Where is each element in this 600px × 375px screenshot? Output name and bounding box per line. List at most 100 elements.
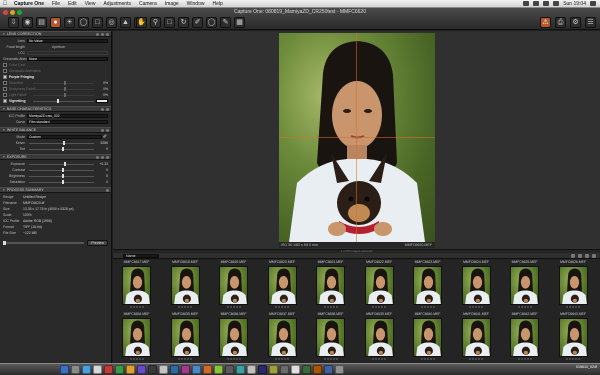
finder-icon[interactable] — [60, 365, 69, 374]
presets-icon[interactable] — [106, 33, 109, 36]
exposure-header[interactable]: ▾ EXPOSURE — [0, 154, 111, 160]
activity-monitor-icon[interactable] — [280, 365, 289, 374]
folder-icon[interactable] — [324, 365, 333, 374]
thumbnail-item[interactable]: MMFC6640.MEF — [406, 312, 449, 364]
calendar-icon[interactable] — [104, 365, 113, 374]
import-icon[interactable]: ⇩ — [8, 17, 19, 28]
thumbnail-rating[interactable] — [358, 358, 401, 362]
thumbnail-rating[interactable] — [503, 358, 546, 362]
grid-icon[interactable]: ▦ — [234, 17, 245, 28]
address-book-icon[interactable] — [247, 365, 256, 374]
documents-icon[interactable] — [291, 365, 300, 374]
rating-dot-icon[interactable] — [429, 358, 432, 360]
thumbnail-image[interactable] — [510, 318, 539, 357]
vignetting-slider[interactable] — [33, 99, 94, 103]
thumbnail-item[interactable]: MMFC6635.MEF — [164, 312, 207, 364]
rating-dot-icon[interactable] — [478, 358, 480, 360]
rating-dot-icon[interactable] — [332, 358, 335, 360]
thumbnail-item[interactable]: MMFC6637.MEF — [261, 312, 304, 364]
rating-dot-icon[interactable] — [135, 358, 138, 360]
safari-icon[interactable] — [82, 365, 91, 374]
capture-icon[interactable]: ◉ — [22, 17, 33, 28]
collapse-triangle-icon[interactable]: ▾ — [3, 107, 5, 111]
thumbnail-rating[interactable] — [261, 306, 304, 310]
rating-dot-icon[interactable] — [178, 358, 180, 360]
lens-correction-header[interactable]: ▾ LENS CORRECTION — [0, 31, 111, 37]
thumbnail-rating[interactable] — [261, 358, 304, 362]
thumbnail-image[interactable] — [316, 266, 345, 305]
exposure-icon[interactable]: ☀ — [64, 17, 75, 28]
brightness-slider[interactable] — [29, 174, 94, 178]
rating-dot-icon[interactable] — [372, 306, 374, 308]
thumbnail-rating[interactable] — [164, 358, 207, 362]
terminal-icon[interactable] — [148, 365, 157, 374]
rating-dot-icon[interactable] — [469, 306, 471, 308]
wb-mode-select[interactable]: Custom — [27, 135, 102, 139]
thumbnail-item[interactable]: MMFC6623.MEF — [406, 260, 449, 312]
main-photo[interactable] — [279, 33, 435, 242]
preview-slider[interactable] — [3, 241, 85, 245]
thumbnail-image[interactable] — [122, 318, 151, 357]
search-icon[interactable] — [592, 254, 596, 258]
rating-dot-icon[interactable] — [141, 358, 144, 360]
battery-icon[interactable] — [553, 1, 560, 6]
vignetting-method[interactable] — [96, 99, 108, 103]
print-icon[interactable]: ⎙ — [555, 17, 566, 28]
rating-dot-icon[interactable] — [287, 306, 289, 308]
reset-icon[interactable] — [101, 33, 104, 36]
pan-icon[interactable]: ✋ — [136, 17, 147, 28]
apple-menu-icon[interactable]:  — [0, 1, 10, 7]
rating-dot-icon[interactable] — [420, 358, 423, 360]
brightness-value[interactable]: 0 — [96, 174, 108, 178]
rating-dot-icon[interactable] — [575, 306, 577, 308]
sharpness-falloff-checkbox[interactable] — [3, 87, 7, 91]
exposure-warning-icon[interactable]: ⚠ — [540, 17, 551, 28]
rating-dot-icon[interactable] — [141, 306, 144, 308]
menu-view[interactable]: View — [81, 1, 100, 7]
help-icon[interactable] — [101, 108, 104, 111]
annotation-icon[interactable]: ✎ — [220, 17, 231, 28]
system-preferences-icon[interactable] — [71, 365, 80, 374]
thumbnail-image[interactable] — [413, 318, 442, 357]
bridge-icon[interactable] — [192, 365, 201, 374]
contrast-value[interactable]: 0 — [96, 168, 108, 172]
base-characteristics-header[interactable]: ▾ BASE CHARACTERISTICS — [0, 106, 111, 112]
rating-dot-icon[interactable] — [232, 358, 235, 360]
rating-dot-icon[interactable] — [281, 306, 283, 308]
rating-dot-icon[interactable] — [132, 358, 135, 360]
illustrator-icon[interactable] — [203, 365, 212, 374]
thumbnail-image[interactable] — [364, 318, 394, 357]
rating-dot-icon[interactable] — [187, 306, 189, 308]
menu-image[interactable]: Image — [161, 1, 183, 7]
reset-icon[interactable] — [101, 156, 104, 159]
collapse-triangle-icon[interactable]: ▾ — [3, 32, 5, 36]
thumbnail-rating[interactable] — [406, 358, 449, 362]
itunes-icon[interactable] — [137, 365, 146, 374]
thumbnail-image[interactable] — [558, 318, 588, 357]
rating-dot-icon[interactable] — [178, 306, 180, 308]
lcc-select[interactable] — [27, 51, 108, 55]
rating-dot-icon[interactable] — [235, 306, 238, 308]
presets-icon[interactable] — [106, 156, 109, 159]
rating-dot-icon[interactable] — [181, 306, 183, 308]
icc-profile-select[interactable]: MamiyaZD-raw_002 — [27, 114, 108, 118]
rating-dot-icon[interactable] — [566, 306, 568, 308]
distortion-checkbox[interactable] — [3, 81, 7, 85]
thumbnail-rating[interactable] — [455, 358, 498, 362]
rating-dot-icon[interactable] — [523, 358, 526, 360]
photos-icon[interactable] — [126, 365, 135, 374]
rating-dot-icon[interactable] — [329, 358, 332, 360]
rating-dot-icon[interactable] — [287, 358, 289, 360]
rating-dot-icon[interactable] — [281, 358, 283, 360]
rating-dot-icon[interactable] — [575, 358, 577, 360]
thumbnail-item[interactable]: MMFC6626.MEF — [552, 260, 595, 312]
rating-dot-icon[interactable] — [238, 306, 241, 308]
help-icon[interactable] — [106, 189, 109, 192]
image-viewer[interactable]: ISO 50 1/60 s f/8 0 mm MMFC6620.MEF — [113, 31, 600, 249]
thumbnail-rating[interactable] — [212, 306, 255, 310]
rating-dot-icon[interactable] — [132, 306, 135, 308]
exposure-value[interactable]: +0.33 — [96, 162, 108, 166]
rating-dot-icon[interactable] — [432, 358, 435, 360]
help-icon[interactable] — [101, 129, 104, 132]
rating-dot-icon[interactable] — [572, 306, 574, 308]
